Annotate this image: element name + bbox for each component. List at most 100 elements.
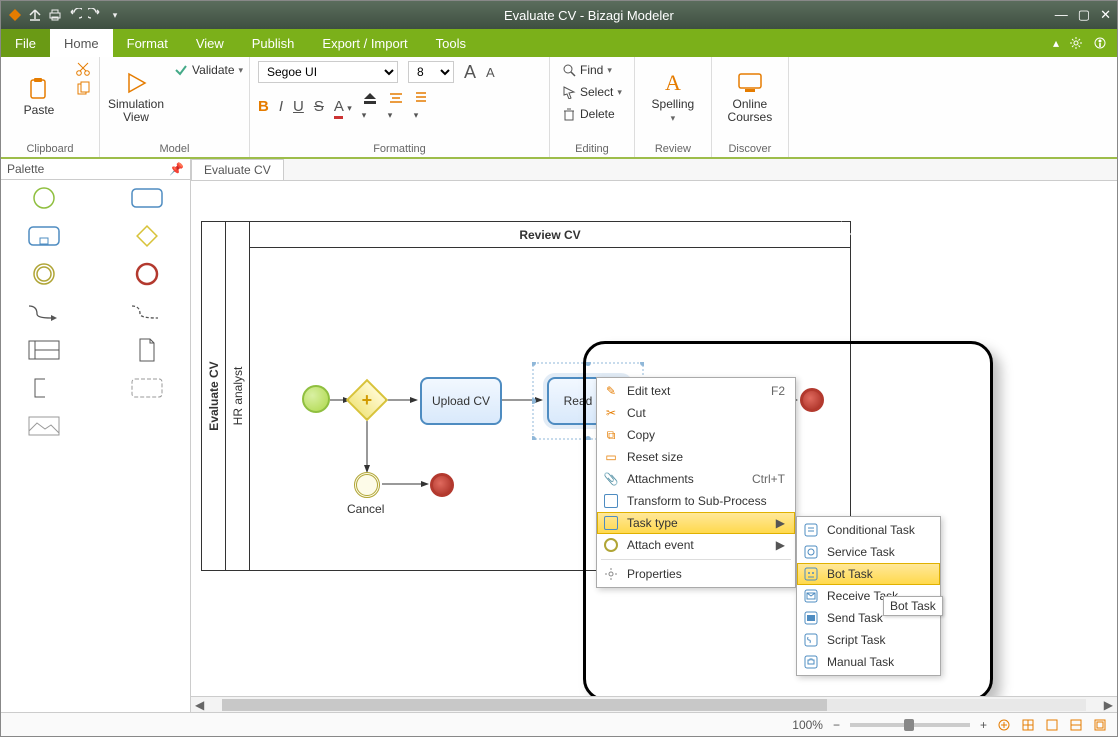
submenu-bot-task[interactable]: Bot Task <box>797 563 940 585</box>
vertical-align-button[interactable]: ▾ <box>414 91 428 122</box>
submenu-script-task[interactable]: Script Task <box>797 629 940 651</box>
maximize-button[interactable]: ▢ <box>1078 7 1090 23</box>
tab-publish[interactable]: Publish <box>238 29 309 57</box>
tab-home[interactable]: Home <box>50 29 113 57</box>
palette-end-event[interactable] <box>130 262 164 286</box>
submenu-manual-task[interactable]: Manual Task <box>797 651 940 673</box>
end-event-cancel[interactable] <box>430 473 454 497</box>
palette-annotation[interactable] <box>27 376 61 400</box>
submenu-conditional-task[interactable]: Conditional Task <box>797 519 940 541</box>
palette-intermediate-event[interactable] <box>27 262 61 286</box>
ctx-edit-text[interactable]: ✎ Edit text F2 <box>597 380 795 402</box>
palette-panel: Palette 📌 <box>1 159 191 712</box>
tab-format[interactable]: Format <box>113 29 182 57</box>
task-upload-cv[interactable]: Upload CV <box>420 377 502 425</box>
end-event-top[interactable] <box>800 388 824 412</box>
collapse-ribbon-icon[interactable]: ▴ <box>1053 36 1059 50</box>
pin-icon[interactable]: 📌 <box>169 162 184 176</box>
underline-button[interactable]: U <box>293 98 304 115</box>
chevron-right-icon: ▶ <box>776 516 785 530</box>
minimize-button[interactable]: — <box>1055 7 1068 23</box>
zoom-out-button[interactable]: − <box>833 718 840 732</box>
grow-font-icon[interactable]: A <box>464 62 476 83</box>
undo-icon[interactable] <box>67 7 83 23</box>
title-bar: ▾ Evaluate CV - Bizagi Modeler — ▢ ✕ <box>1 1 1117 29</box>
ctx-copy[interactable]: ⧉ Copy <box>597 424 795 446</box>
fill-color-button[interactable]: ▾ <box>362 91 378 122</box>
find-button[interactable]: Find▾ <box>558 61 626 79</box>
save-icon[interactable] <box>27 7 43 23</box>
online-courses-button[interactable]: Online Courses <box>720 61 780 133</box>
reset-icon: ▭ <box>603 449 619 465</box>
italic-button[interactable]: I <box>279 98 283 115</box>
palette-data-object[interactable] <box>130 338 164 362</box>
font-size-select[interactable]: 8 <box>408 61 454 83</box>
palette-pool[interactable] <box>27 338 61 362</box>
ctx-attach-event[interactable]: Attach event ▶ <box>597 534 795 556</box>
fit-zoom-icon[interactable] <box>997 718 1011 732</box>
ribbon-group-formatting: Segoe UI 8 A A B I U S A ▾ ▾ <box>250 57 550 157</box>
submenu-service-task[interactable]: Service Task <box>797 541 940 563</box>
zoom-in-button[interactable]: + <box>980 718 987 732</box>
paste-button[interactable]: Paste <box>9 61 69 133</box>
palette-sequence-flow[interactable] <box>27 300 61 324</box>
pool-header[interactable]: Evaluate CV <box>202 222 226 570</box>
redo-icon[interactable] <box>87 7 103 23</box>
font-color-button[interactable]: A ▾ <box>334 98 352 115</box>
qat-dropdown-icon[interactable]: ▾ <box>107 7 123 23</box>
gateway-parallel[interactable]: + <box>346 379 388 421</box>
paste-icon <box>26 76 52 102</box>
palette-image[interactable] <box>27 414 61 438</box>
validate-button[interactable]: Validate ▾ <box>170 61 247 79</box>
copy-icon[interactable] <box>75 81 91 97</box>
ctx-transform-subprocess[interactable]: Transform to Sub-Process <box>597 490 795 512</box>
start-event[interactable] <box>302 385 330 413</box>
shrink-font-icon[interactable]: A <box>486 65 495 80</box>
close-button[interactable]: ✕ <box>1100 7 1111 23</box>
chevron-right-icon: ▶ <box>776 538 785 552</box>
settings-icon[interactable] <box>1069 36 1083 50</box>
tab-tools[interactable]: Tools <box>422 29 480 57</box>
intermediate-event-cancel[interactable] <box>354 472 380 498</box>
delete-button[interactable]: Delete <box>558 105 626 123</box>
ctx-task-type[interactable]: Task type ▶ <box>597 512 795 534</box>
palette-group[interactable] <box>130 376 164 400</box>
document-tab[interactable]: Evaluate CV <box>191 159 284 180</box>
ctx-attachments[interactable]: 📎 Attachments Ctrl+T <box>597 468 795 490</box>
tab-export-import[interactable]: Export / Import <box>308 29 421 57</box>
print-icon[interactable] <box>47 7 63 23</box>
layout-icon-1[interactable] <box>1045 718 1059 732</box>
palette-start-event[interactable] <box>27 186 61 210</box>
align-button[interactable]: ▾ <box>388 91 404 122</box>
ctx-reset-size[interactable]: ▭ Reset size <box>597 446 795 468</box>
palette-association[interactable] <box>130 300 164 324</box>
lane-header[interactable]: HR analyst <box>226 222 250 570</box>
bold-button[interactable]: B <box>258 98 269 115</box>
select-label: Select <box>580 85 613 99</box>
layout-icon-3[interactable] <box>1093 718 1107 732</box>
workspace: Palette 📌 Evaluate CV <box>1 159 1117 712</box>
select-button[interactable]: Select▾ <box>558 83 626 101</box>
layout-icon-2[interactable] <box>1069 718 1083 732</box>
cut-icon[interactable] <box>75 61 91 77</box>
font-family-select[interactable]: Segoe UI <box>258 61 398 83</box>
tab-view[interactable]: View <box>182 29 238 57</box>
palette-task[interactable] <box>130 186 164 210</box>
attach-event-icon <box>603 537 619 553</box>
horizontal-scrollbar[interactable]: ◀ ▶ <box>191 696 1117 712</box>
simulation-view-button[interactable]: Simulation View <box>108 61 164 133</box>
ctx-cut[interactable]: ✂ Cut <box>597 402 795 424</box>
diagram-canvas[interactable]: Evaluate CV HR analyst Review CV <box>191 181 1117 696</box>
palette-subprocess[interactable] <box>27 224 61 248</box>
ctx-properties[interactable]: Properties <box>597 563 795 585</box>
fit-page-icon[interactable] <box>1021 718 1035 732</box>
bot-task-icon <box>803 566 819 582</box>
zoom-slider[interactable] <box>850 723 970 727</box>
model-group-label: Model <box>108 141 241 155</box>
tab-file[interactable]: File <box>1 29 50 57</box>
help-icon[interactable] <box>1093 36 1107 50</box>
spelling-label: Spelling <box>652 98 695 111</box>
palette-gateway[interactable] <box>130 224 164 248</box>
spelling-button[interactable]: A Spelling ▾ <box>643 61 703 133</box>
strike-button[interactable]: S <box>314 98 324 115</box>
